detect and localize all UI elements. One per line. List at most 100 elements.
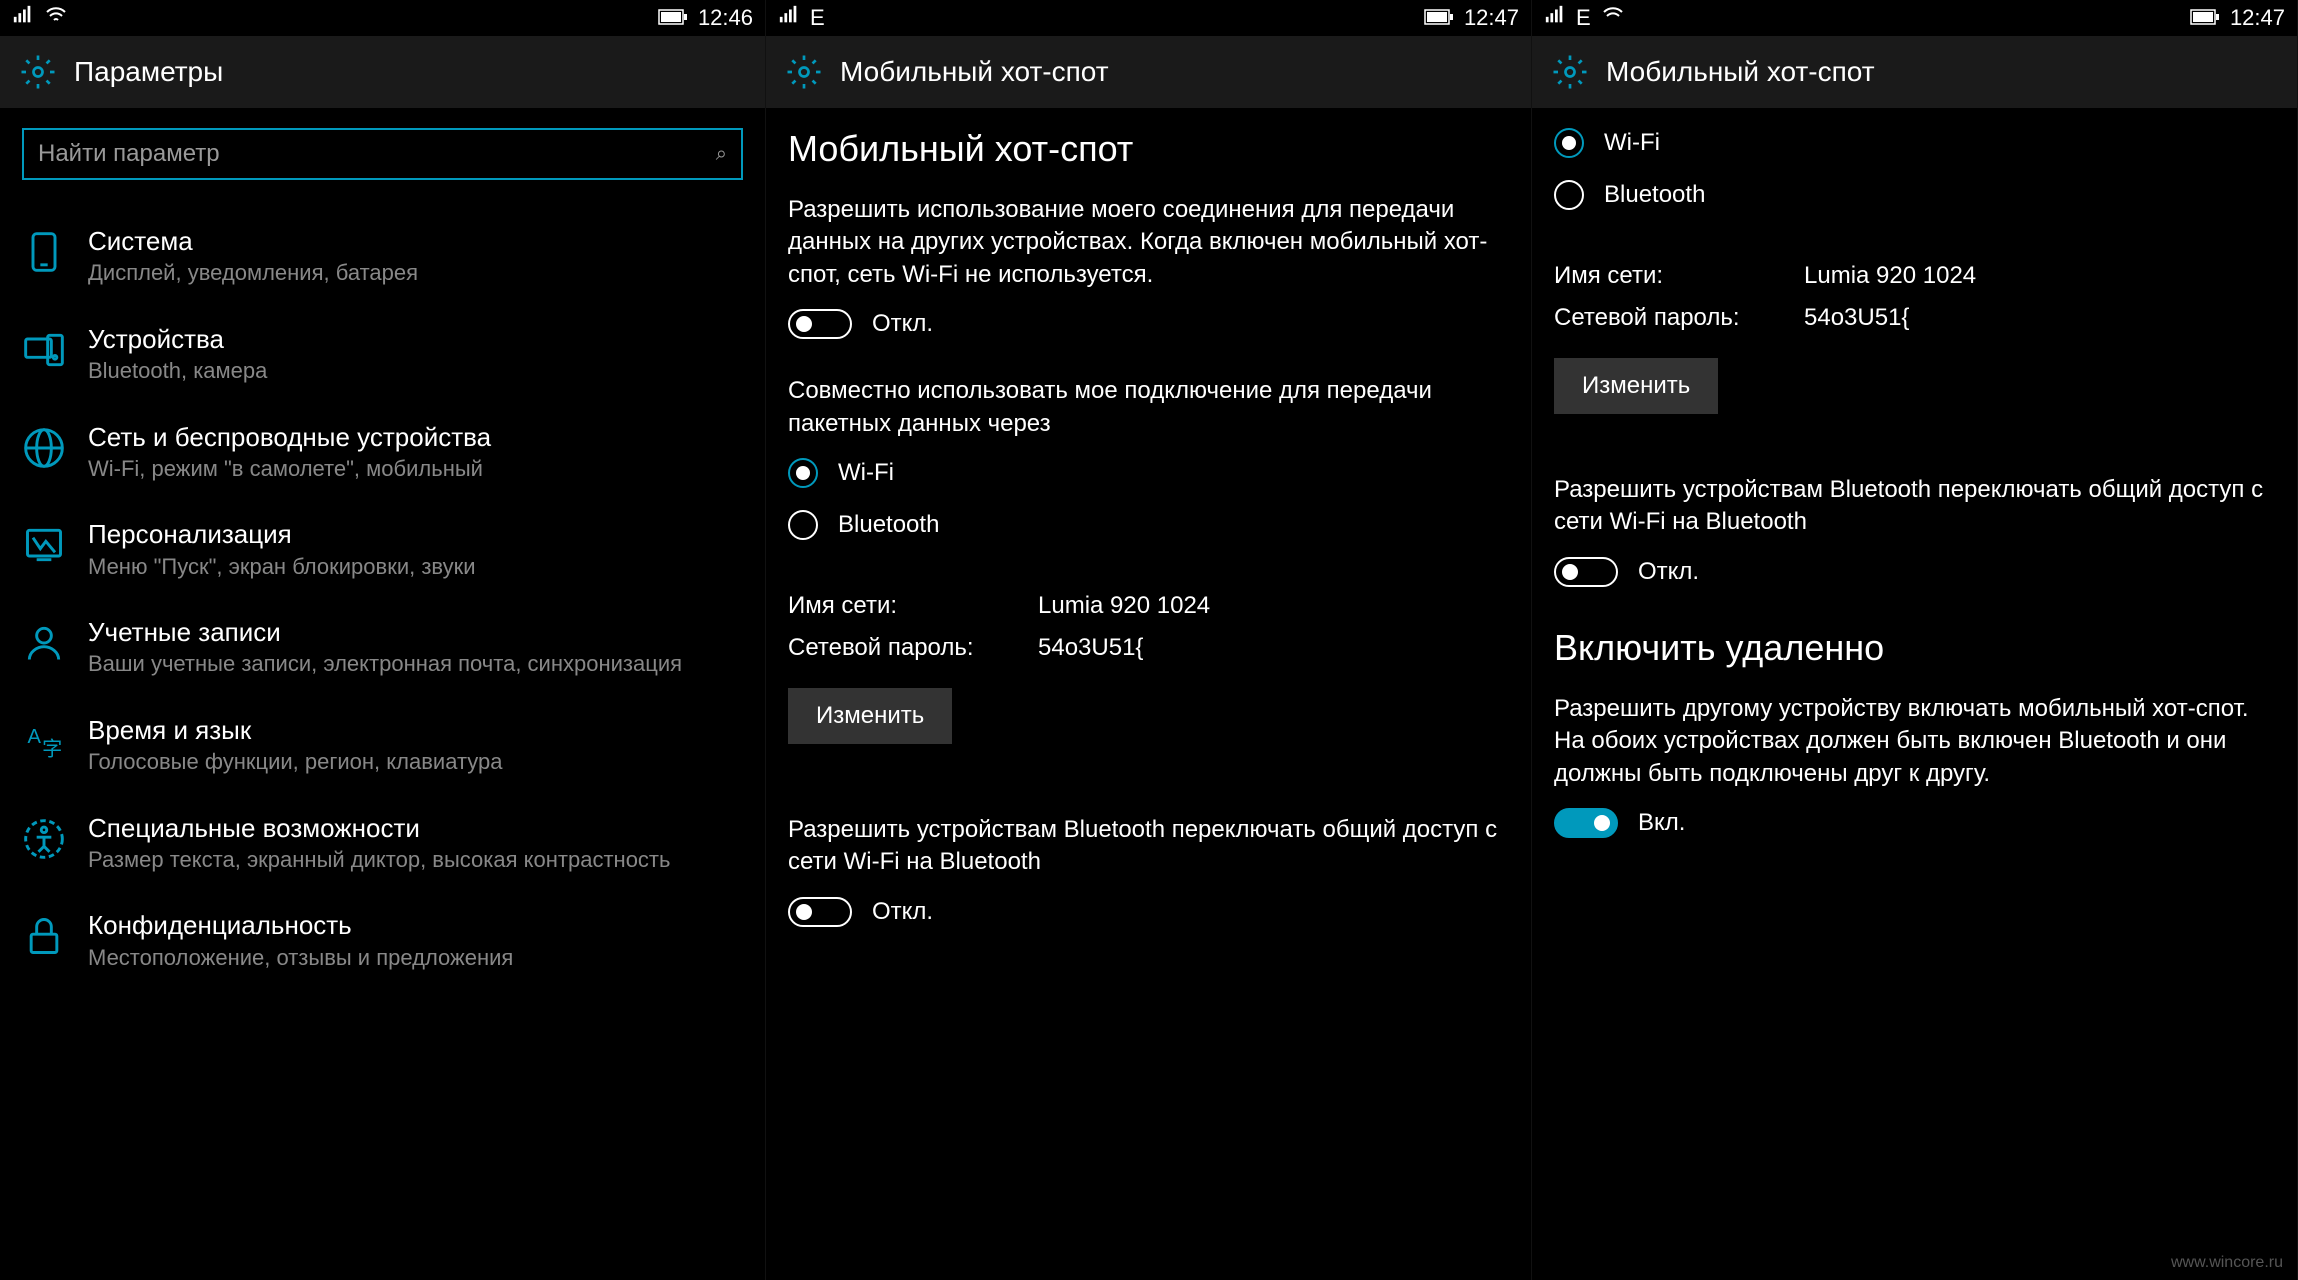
globe-icon	[22, 426, 66, 470]
network-password-label: Сетевой пароль:	[1554, 304, 1804, 332]
settings-item-devices[interactable]: Устройства Bluetooth, камера	[22, 306, 743, 404]
radio-icon	[788, 510, 818, 540]
svg-text:A: A	[28, 726, 42, 748]
settings-item-personalization[interactable]: Персонализация Меню "Пуск", экран блокир…	[22, 501, 743, 599]
settings-item-title: Система	[88, 226, 743, 257]
accessibility-icon	[22, 817, 66, 861]
settings-item-privacy[interactable]: Конфиденциальность Местоположение, отзыв…	[22, 892, 743, 990]
remote-description: Разрешить другому устройству включать мо…	[1554, 693, 2275, 790]
toggle-label: Откл.	[1638, 558, 1699, 586]
settings-item-sub: Wi-Fi, режим "в самолете", мобильный	[88, 455, 743, 484]
page-title: Мобильный хот-спот	[1606, 56, 1875, 88]
search-input[interactable]	[38, 140, 716, 168]
gear-icon	[20, 54, 56, 90]
network-type: E	[1576, 5, 1591, 31]
account-icon	[22, 621, 66, 665]
settings-item-title: Конфиденциальность	[88, 910, 743, 941]
battery-icon	[2190, 5, 2220, 31]
status-bar: E 12:47	[1532, 0, 2297, 36]
network-name-value: Lumia 920 1024	[1038, 592, 1210, 620]
settings-item-title: Устройства	[88, 324, 743, 355]
wifi-icon	[44, 3, 68, 33]
edit-button[interactable]: Изменить	[1554, 358, 1718, 414]
status-bar: 12:46	[0, 0, 765, 36]
status-time: 12:47	[1464, 5, 1519, 31]
radio-icon	[1554, 128, 1584, 158]
network-name-label: Имя сети:	[1554, 262, 1804, 290]
hotspot-description: Разрешить использование моего соединения…	[788, 194, 1509, 291]
search-box[interactable]: ⌕	[22, 128, 743, 180]
settings-item-sub: Bluetooth, камера	[88, 357, 743, 386]
radio-icon	[1554, 180, 1584, 210]
toggle-label: Вкл.	[1638, 809, 1685, 837]
settings-item-accounts[interactable]: Учетные записи Ваши учетные записи, элек…	[22, 599, 743, 697]
network-password-value: 54o3U51{	[1038, 634, 1143, 662]
page-title: Параметры	[74, 56, 223, 88]
toggle-label: Откл.	[872, 310, 933, 338]
hotspot-panel-top: E 12:47 Мобильный хот-спот Мобильный хот…	[766, 0, 1532, 1280]
remote-section-title: Включить удаленно	[1554, 627, 2275, 669]
radio-label: Wi-Fi	[1604, 129, 1660, 157]
signal-icon	[778, 4, 800, 32]
radio-icon	[788, 458, 818, 488]
page-title: Мобильный хот-спот	[840, 56, 1109, 88]
bt-switch-toggle[interactable]	[1554, 557, 1618, 587]
battery-icon	[1424, 5, 1454, 31]
radio-label: Bluetooth	[838, 511, 939, 539]
network-name-label: Имя сети:	[788, 592, 1038, 620]
edit-button[interactable]: Изменить	[788, 688, 952, 744]
battery-icon	[658, 5, 688, 31]
header: Мобильный хот-спот	[766, 36, 1531, 108]
network-password-value: 54o3U51{	[1804, 304, 1909, 332]
hotspot-toggle[interactable]	[788, 309, 852, 339]
settings-item-time-language[interactable]: A字 Время и язык Голосовые функции, регио…	[22, 697, 743, 795]
personalize-icon	[22, 523, 66, 567]
settings-item-title: Специальные возможности	[88, 813, 743, 844]
settings-item-title: Учетные записи	[88, 617, 743, 648]
gear-icon	[1552, 54, 1588, 90]
wifi-icon	[1601, 3, 1625, 33]
search-icon: ⌕	[716, 143, 727, 166]
settings-item-sub: Меню "Пуск", экран блокировки, звуки	[88, 553, 743, 582]
bt-switch-toggle[interactable]	[788, 897, 852, 927]
settings-item-ease-of-access[interactable]: Специальные возможности Размер текста, э…	[22, 795, 743, 893]
network-name-value: Lumia 920 1024	[1804, 262, 1976, 290]
radio-label: Wi-Fi	[838, 459, 894, 487]
hotspot-panel-bottom: E 12:47 Мобильный хот-спот Wi-Fi Bluetoo…	[1532, 0, 2298, 1280]
svg-text:字: 字	[42, 738, 62, 761]
settings-item-sub: Дисплей, уведомления, батарея	[88, 259, 743, 288]
remote-toggle[interactable]	[1554, 808, 1618, 838]
network-password-label: Сетевой пароль:	[788, 634, 1038, 662]
lock-icon	[22, 914, 66, 958]
signal-icon	[12, 4, 34, 32]
share-via-label: Совместно использовать мое подключение д…	[788, 375, 1509, 440]
radio-label: Bluetooth	[1604, 181, 1705, 209]
section-title: Мобильный хот-спот	[788, 128, 1509, 170]
phone-icon	[22, 230, 66, 274]
radio-bluetooth[interactable]: Bluetooth	[1554, 180, 2275, 210]
radio-bluetooth[interactable]: Bluetooth	[788, 510, 1509, 540]
settings-item-system[interactable]: Система Дисплей, уведомления, батарея	[22, 208, 743, 306]
header: Мобильный хот-спот	[1532, 36, 2297, 108]
settings-item-sub: Размер текста, экранный диктор, высокая …	[88, 846, 743, 875]
settings-main-panel: 12:46 Параметры ⌕ Система Дисплей, уведо…	[0, 0, 766, 1280]
status-bar: E 12:47	[766, 0, 1531, 36]
settings-item-sub: Голосовые функции, регион, клавиатура	[88, 748, 743, 777]
radio-wifi[interactable]: Wi-Fi	[1554, 128, 2275, 158]
status-time: 12:47	[2230, 5, 2285, 31]
settings-item-title: Сеть и беспроводные устройства	[88, 422, 743, 453]
settings-item-network[interactable]: Сеть и беспроводные устройства Wi-Fi, ре…	[22, 404, 743, 502]
network-type: E	[810, 5, 825, 31]
radio-wifi[interactable]: Wi-Fi	[788, 458, 1509, 488]
header: Параметры	[0, 36, 765, 108]
bt-switch-description: Разрешить устройствам Bluetooth переключ…	[788, 814, 1509, 879]
gear-icon	[786, 54, 822, 90]
bt-switch-description: Разрешить устройствам Bluetooth переключ…	[1554, 474, 2275, 539]
status-time: 12:46	[698, 5, 753, 31]
toggle-label: Откл.	[872, 898, 933, 926]
language-icon: A字	[22, 719, 66, 763]
settings-item-sub: Местоположение, отзывы и предложения	[88, 944, 743, 973]
signal-icon	[1544, 4, 1566, 32]
settings-item-title: Персонализация	[88, 519, 743, 550]
devices-icon	[22, 328, 66, 372]
